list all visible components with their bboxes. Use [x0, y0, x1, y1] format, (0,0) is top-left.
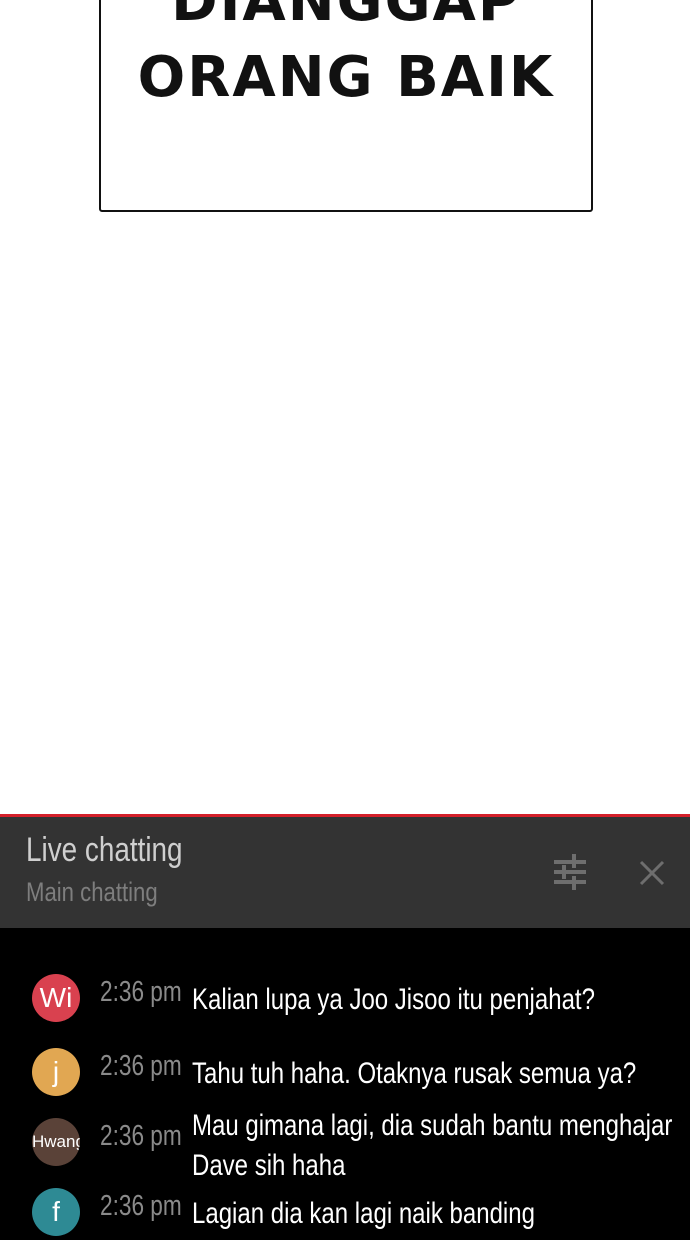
sliders-icon[interactable]: [548, 849, 594, 895]
live-chat-panel: Live chatting Main chatting Wi 2:36 pm K…: [0, 814, 690, 1240]
avatar[interactable]: j: [32, 1048, 80, 1096]
message-time: 2:36 pm: [100, 976, 182, 1008]
message-time: 2:36 pm: [100, 1050, 182, 1082]
message-time: 2:36 pm: [100, 1190, 182, 1222]
close-icon[interactable]: [632, 853, 672, 893]
message-time: 2:36 pm: [100, 1120, 182, 1152]
speech-text-line-1: DIANGGAP: [171, 0, 521, 34]
message-text: Mau gimana lagi, dia sudah bantu menghaj…: [192, 1109, 673, 1182]
comic-panel: DIANGGAP ORANG BAIK: [0, 0, 690, 814]
message-text: Tahu tuh haha. Otaknya rusak semua ya?: [192, 1057, 637, 1090]
speech-text-line-2: ORANG BAIK: [137, 45, 555, 110]
message-text: Kalian lupa ya Joo Jisoo itu penjahat?: [192, 983, 595, 1016]
avatar[interactable]: f: [32, 1188, 80, 1236]
avatar[interactable]: Wi: [32, 974, 80, 1022]
chat-header: Live chatting Main chatting: [0, 814, 690, 928]
speech-box: DIANGGAP ORANG BAIK: [99, 0, 593, 212]
message-text: Lagian dia kan lagi naik banding: [192, 1197, 535, 1230]
chat-title: Live chatting: [26, 831, 183, 869]
chat-channel-selector[interactable]: Main chatting: [26, 877, 158, 908]
avatar[interactable]: Hwang: [32, 1118, 80, 1166]
